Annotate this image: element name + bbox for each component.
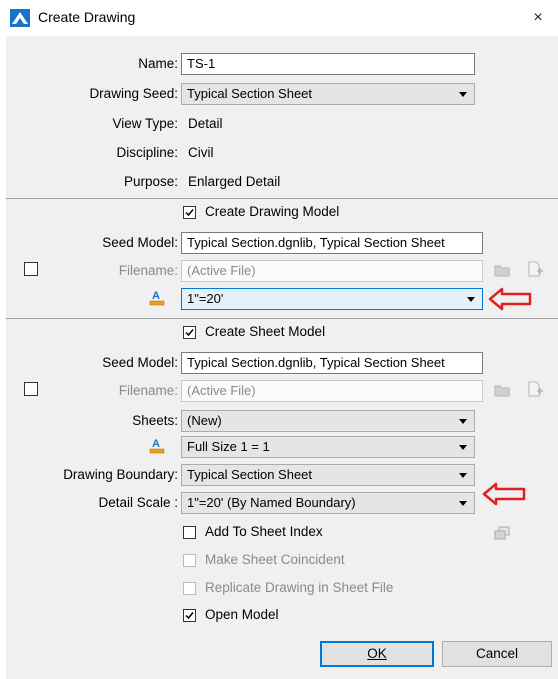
purpose-value: Enlarged Detail xyxy=(188,174,281,189)
sheet-filename-label: Filename: xyxy=(118,383,178,398)
drawing-seed-value: Typical Section Sheet xyxy=(187,86,313,101)
ok-button[interactable]: OK xyxy=(320,641,434,667)
checkmark-icon xyxy=(185,329,194,337)
section-divider xyxy=(6,318,558,319)
name-input[interactable]: TS-1 xyxy=(181,53,475,75)
add-to-sheet-index-checkbox[interactable] xyxy=(183,526,196,539)
sheets-dropdown[interactable]: (New) xyxy=(181,410,475,432)
svg-text:A: A xyxy=(152,438,160,450)
create-sheet-model-checkbox[interactable] xyxy=(183,326,196,339)
sheet-annotation-scale-dropdown[interactable]: Full Size 1 = 1 xyxy=(181,436,475,458)
purpose-label: Purpose: xyxy=(123,174,178,189)
drawing-seed-model-input[interactable]: Typical Section.dgnlib, Typical Section … xyxy=(181,232,483,254)
svg-text:A: A xyxy=(152,290,160,302)
view-type-label: View Type: xyxy=(112,116,178,131)
open-model-label: Open Model xyxy=(205,607,279,622)
detail-scale-label: Detail Scale : xyxy=(98,495,178,510)
sheets-value: (New) xyxy=(187,413,222,428)
chevron-down-icon xyxy=(459,92,467,97)
drawing-app-icon xyxy=(10,9,30,27)
drawing-annotation-scale-dropdown[interactable]: 1"=20' xyxy=(181,288,483,310)
section-divider xyxy=(6,198,558,199)
discipline-value: Civil xyxy=(188,145,214,160)
cancel-button[interactable]: Cancel xyxy=(442,641,552,667)
discipline-label: Discipline: xyxy=(116,145,178,160)
drawing-seed-dropdown[interactable]: Typical Section Sheet xyxy=(181,83,475,105)
new-file-icon[interactable] xyxy=(526,380,544,398)
sheet-seed-model-input[interactable]: Typical Section.dgnlib, Typical Section … xyxy=(181,352,483,374)
annotation-scale-icon[interactable]: A xyxy=(149,437,165,455)
ok-button-label: OK xyxy=(367,646,387,661)
red-arrow-icon xyxy=(482,482,526,506)
annotation-scale-icon[interactable]: A xyxy=(149,289,165,307)
add-to-sheet-index-label: Add To Sheet Index xyxy=(205,524,323,539)
replicate-drawing-label: Replicate Drawing in Sheet File xyxy=(205,580,394,595)
checkmark-icon xyxy=(185,209,194,217)
close-button[interactable]: × xyxy=(524,6,552,30)
chevron-down-icon xyxy=(467,297,475,302)
drawing-boundary-dropdown[interactable]: Typical Section Sheet xyxy=(181,464,475,486)
new-file-icon[interactable] xyxy=(526,260,544,278)
sheet-filename-input[interactable]: (Active File) xyxy=(181,380,483,402)
checkmark-icon xyxy=(185,612,194,620)
drawing-annotation-scale-value: 1"=20' xyxy=(187,291,224,306)
detail-scale-dropdown[interactable]: 1"=20' (By Named Boundary) xyxy=(181,492,475,514)
view-type-value: Detail xyxy=(188,116,223,131)
replicate-drawing-checkbox[interactable] xyxy=(183,582,196,595)
drawing-seed-model-label: Seed Model: xyxy=(102,235,178,250)
detail-scale-value: 1"=20' (By Named Boundary) xyxy=(187,495,356,510)
make-sheet-coincident-label: Make Sheet Coincident xyxy=(205,552,345,567)
chevron-down-icon xyxy=(459,445,467,450)
name-label: Name: xyxy=(138,56,178,71)
create-drawing-model-checkbox[interactable] xyxy=(183,206,196,219)
sheets-label: Sheets: xyxy=(132,413,178,428)
sheet-filename-checkbox[interactable] xyxy=(24,382,38,396)
sheet-index-icon[interactable] xyxy=(494,526,510,540)
drawing-seed-label: Drawing Seed: xyxy=(89,86,178,101)
sheet-seed-model-label: Seed Model: xyxy=(102,355,178,370)
chevron-down-icon xyxy=(459,419,467,424)
chevron-down-icon xyxy=(459,473,467,478)
window-title: Create Drawing xyxy=(38,9,136,25)
drawing-boundary-label: Drawing Boundary: xyxy=(63,467,178,482)
folder-icon[interactable] xyxy=(494,264,510,277)
make-sheet-coincident-checkbox[interactable] xyxy=(183,554,196,567)
drawing-filename-checkbox[interactable] xyxy=(24,262,38,276)
open-model-checkbox[interactable] xyxy=(183,609,196,622)
drawing-filename-label: Filename: xyxy=(118,263,178,278)
sheet-annotation-scale-value: Full Size 1 = 1 xyxy=(187,439,270,454)
create-sheet-model-label: Create Sheet Model xyxy=(205,324,326,339)
folder-icon[interactable] xyxy=(494,384,510,397)
drawing-filename-input[interactable]: (Active File) xyxy=(181,260,483,282)
chevron-down-icon xyxy=(459,501,467,506)
create-drawing-model-label: Create Drawing Model xyxy=(205,204,340,219)
drawing-boundary-value: Typical Section Sheet xyxy=(187,467,313,482)
red-arrow-icon xyxy=(488,287,532,311)
title-bar: Create Drawing × xyxy=(0,0,558,36)
dialog-body: Name: TS-1 Drawing Seed: Typical Section… xyxy=(6,36,558,679)
